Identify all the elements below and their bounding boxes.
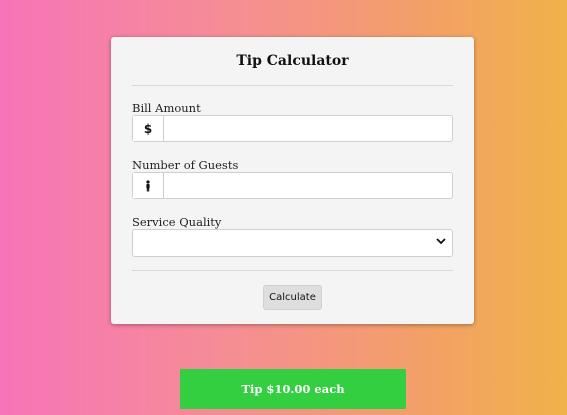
calculator-title: Tip Calculator	[236, 53, 349, 69]
form-divider	[132, 270, 453, 271]
title-divider	[132, 85, 453, 86]
number-of-guests-label: Number of Guests	[132, 158, 239, 172]
service-quality-label: Service Quality	[132, 215, 222, 229]
tip-result-banner: Tip $10.00 each	[180, 369, 406, 409]
service-quality-select[interactable]	[132, 229, 453, 257]
person-icon	[133, 173, 164, 198]
bill-amount-group: $	[132, 115, 453, 142]
number-of-guests-input[interactable]	[164, 173, 452, 198]
bill-amount-label: Bill Amount	[132, 101, 201, 115]
chevron-down-icon	[436, 238, 446, 248]
calculate-button[interactable]: Calculate	[263, 285, 322, 310]
guests-group	[132, 172, 453, 199]
dollar-sign-addon: $	[133, 116, 164, 141]
tip-calculator-card: Tip Calculator Bill Amount $ Number of G…	[111, 37, 474, 324]
bill-amount-input[interactable]	[164, 116, 452, 141]
